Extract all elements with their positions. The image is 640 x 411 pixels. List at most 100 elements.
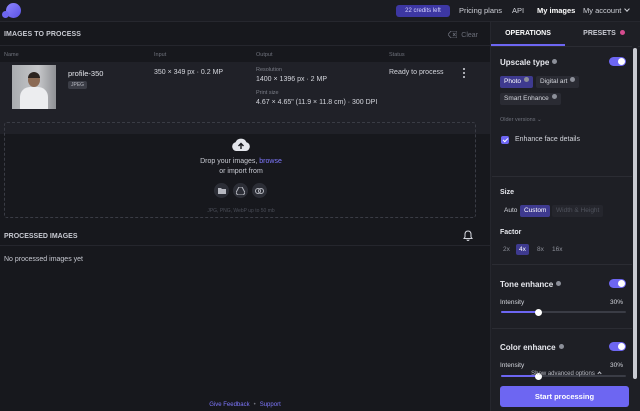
info-icon[interactable]: [556, 281, 562, 286]
tone-intensity-label: Intensity: [500, 299, 525, 306]
output-resolution: 1400 × 1396 px · 2 MP: [256, 76, 328, 83]
import-google-drive-button[interactable]: [233, 183, 248, 198]
factor-label: Factor: [500, 229, 522, 236]
import-text: or import from: [219, 168, 263, 175]
older-versions-label: Older versions: [500, 117, 536, 123]
chevron-up-icon: [597, 371, 602, 376]
input-size: 350 × 349 px · 0.2 MP: [154, 69, 224, 76]
tone-toggle[interactable]: [609, 279, 626, 288]
color-title: Color enhance: [500, 343, 564, 352]
main-area: IMAGES TO PROCESS Clear Name Input Outpu…: [0, 22, 490, 411]
upscale-title: Upscale type: [500, 58, 558, 67]
more-options-icon[interactable]: [462, 68, 466, 80]
image-filename: profile-350: [68, 69, 104, 78]
upscale-type-smart-enhance[interactable]: Smart Enhance: [500, 93, 561, 105]
images-title: IMAGES TO PROCESS: [4, 31, 82, 38]
link-icon: [255, 187, 264, 194]
upscale-toggle[interactable]: [609, 57, 626, 66]
empty-state-text: No processed images yet: [4, 256, 83, 263]
top-bar: 22 credits left Pricing plans API My ima…: [0, 0, 640, 22]
give-feedback-link[interactable]: Give Feedback: [209, 402, 249, 408]
enhance-face-checkbox[interactable]: [501, 136, 509, 144]
support-link[interactable]: Support: [260, 402, 281, 408]
credits-badge[interactable]: 22 credits left: [396, 5, 450, 17]
tab-presets[interactable]: PRESETS: [567, 22, 640, 46]
factor-2x[interactable]: 2x: [500, 244, 513, 255]
images-header: IMAGES TO PROCESS Clear: [0, 22, 490, 46]
tone-slider-handle[interactable]: [535, 308, 542, 316]
chevron-down-icon: [624, 6, 631, 12]
format-badge: JPEG: [68, 81, 88, 89]
operations-sidebar: OPERATIONS PRESETS Upscale type Photo Di…: [490, 22, 640, 411]
nav-pricing-plans[interactable]: Pricing plans: [459, 6, 502, 16]
color-toggle[interactable]: [609, 342, 626, 351]
tone-title-label: Tone enhance: [500, 280, 554, 289]
print-size-label: Print size: [256, 90, 279, 96]
supported-formats: JPG, PNG, WebP up to 50 mb: [207, 208, 275, 214]
cloud-upload-icon: [232, 138, 250, 151]
clear-button[interactable]: Clear: [448, 30, 478, 39]
footer: Give Feedback • Support: [0, 402, 490, 408]
upscale-type-photo-label: Photo: [504, 78, 521, 85]
color-intensity-label: Intensity: [500, 362, 525, 369]
nav-my-account-label: My account: [583, 6, 622, 15]
factor-4x[interactable]: 4x: [516, 244, 529, 255]
folder-icon: [217, 188, 226, 194]
bell-icon[interactable]: [463, 230, 473, 241]
row-status: Ready to process: [389, 69, 444, 76]
color-intensity-value: 30%: [609, 362, 623, 369]
presets-indicator-dot: [619, 30, 625, 35]
tone-panel: Tone enhance Intensity 30%: [492, 266, 632, 329]
scrollbar-thumb[interactable]: [633, 48, 637, 379]
size-label: Size: [500, 189, 515, 196]
info-icon: [524, 77, 529, 82]
factor-8x[interactable]: 8x: [534, 244, 547, 255]
tab-operations[interactable]: OPERATIONS: [491, 22, 565, 46]
upscale-type-digital-art[interactable]: Digital art: [536, 76, 580, 88]
nav-my-images[interactable]: My images: [537, 6, 575, 16]
print-size: 4.67 × 4.65" (11.9 × 11.8 cm) · 300 DPI: [256, 99, 378, 106]
factor-16x[interactable]: 16x: [549, 244, 565, 255]
upscale-panel: Upscale type Photo Digital art Smart Enh…: [492, 47, 632, 177]
browse-link[interactable]: browse: [259, 158, 282, 165]
tone-slider-fill: [501, 311, 539, 313]
drop-label: Drop your images,: [200, 158, 258, 165]
google-drive-icon: [236, 186, 245, 195]
processed-title: PROCESSED IMAGES: [4, 233, 78, 240]
divider: [0, 245, 490, 246]
upscale-type-photo[interactable]: Photo: [500, 76, 533, 88]
sidebar-scrollbar[interactable]: [632, 46, 638, 383]
size-option-width-height[interactable]: Width & Height: [552, 205, 604, 217]
footer-separator: •: [253, 402, 256, 408]
column-name: Name: [4, 52, 19, 58]
resolution-label: Resolution: [256, 67, 282, 73]
show-advanced-options[interactable]: Show advanced options: [491, 371, 640, 377]
upscale-type-digital-art-label: Digital art: [540, 78, 568, 85]
column-output: Output: [256, 52, 273, 58]
tone-title: Tone enhance: [500, 280, 562, 289]
size-panel: Size Auto Custom Width & Height Factor 2…: [492, 178, 632, 265]
app-logo[interactable]: [2, 3, 21, 18]
color-title-label: Color enhance: [500, 343, 556, 352]
size-option-custom[interactable]: Custom: [520, 205, 551, 217]
dropzone[interactable]: Drop your images, browse or import from …: [4, 122, 476, 218]
image-thumbnail[interactable]: [12, 65, 56, 109]
info-icon[interactable]: [558, 344, 564, 349]
nav-api[interactable]: API: [512, 6, 524, 16]
info-icon[interactable]: [552, 59, 558, 64]
tone-intensity-slider[interactable]: [501, 308, 626, 316]
size-option-auto[interactable]: Auto: [500, 205, 521, 217]
clear-label: Clear: [461, 32, 478, 39]
show-advanced-label: Show advanced options: [531, 371, 595, 377]
import-link-button[interactable]: [252, 183, 267, 198]
column-status: Status: [389, 52, 405, 58]
older-versions-link[interactable]: Older versions ⌄: [500, 117, 542, 123]
nav-my-account[interactable]: My account: [583, 6, 631, 16]
enhance-face-label: Enhance face details: [515, 136, 580, 143]
info-icon: [570, 77, 576, 82]
upscale-type-smart-enhance-label: Smart Enhance: [504, 95, 549, 102]
clear-icon: [448, 31, 458, 38]
info-icon: [551, 94, 557, 99]
start-processing-button[interactable]: Start processing: [500, 386, 629, 407]
import-folder-button[interactable]: [214, 183, 229, 198]
